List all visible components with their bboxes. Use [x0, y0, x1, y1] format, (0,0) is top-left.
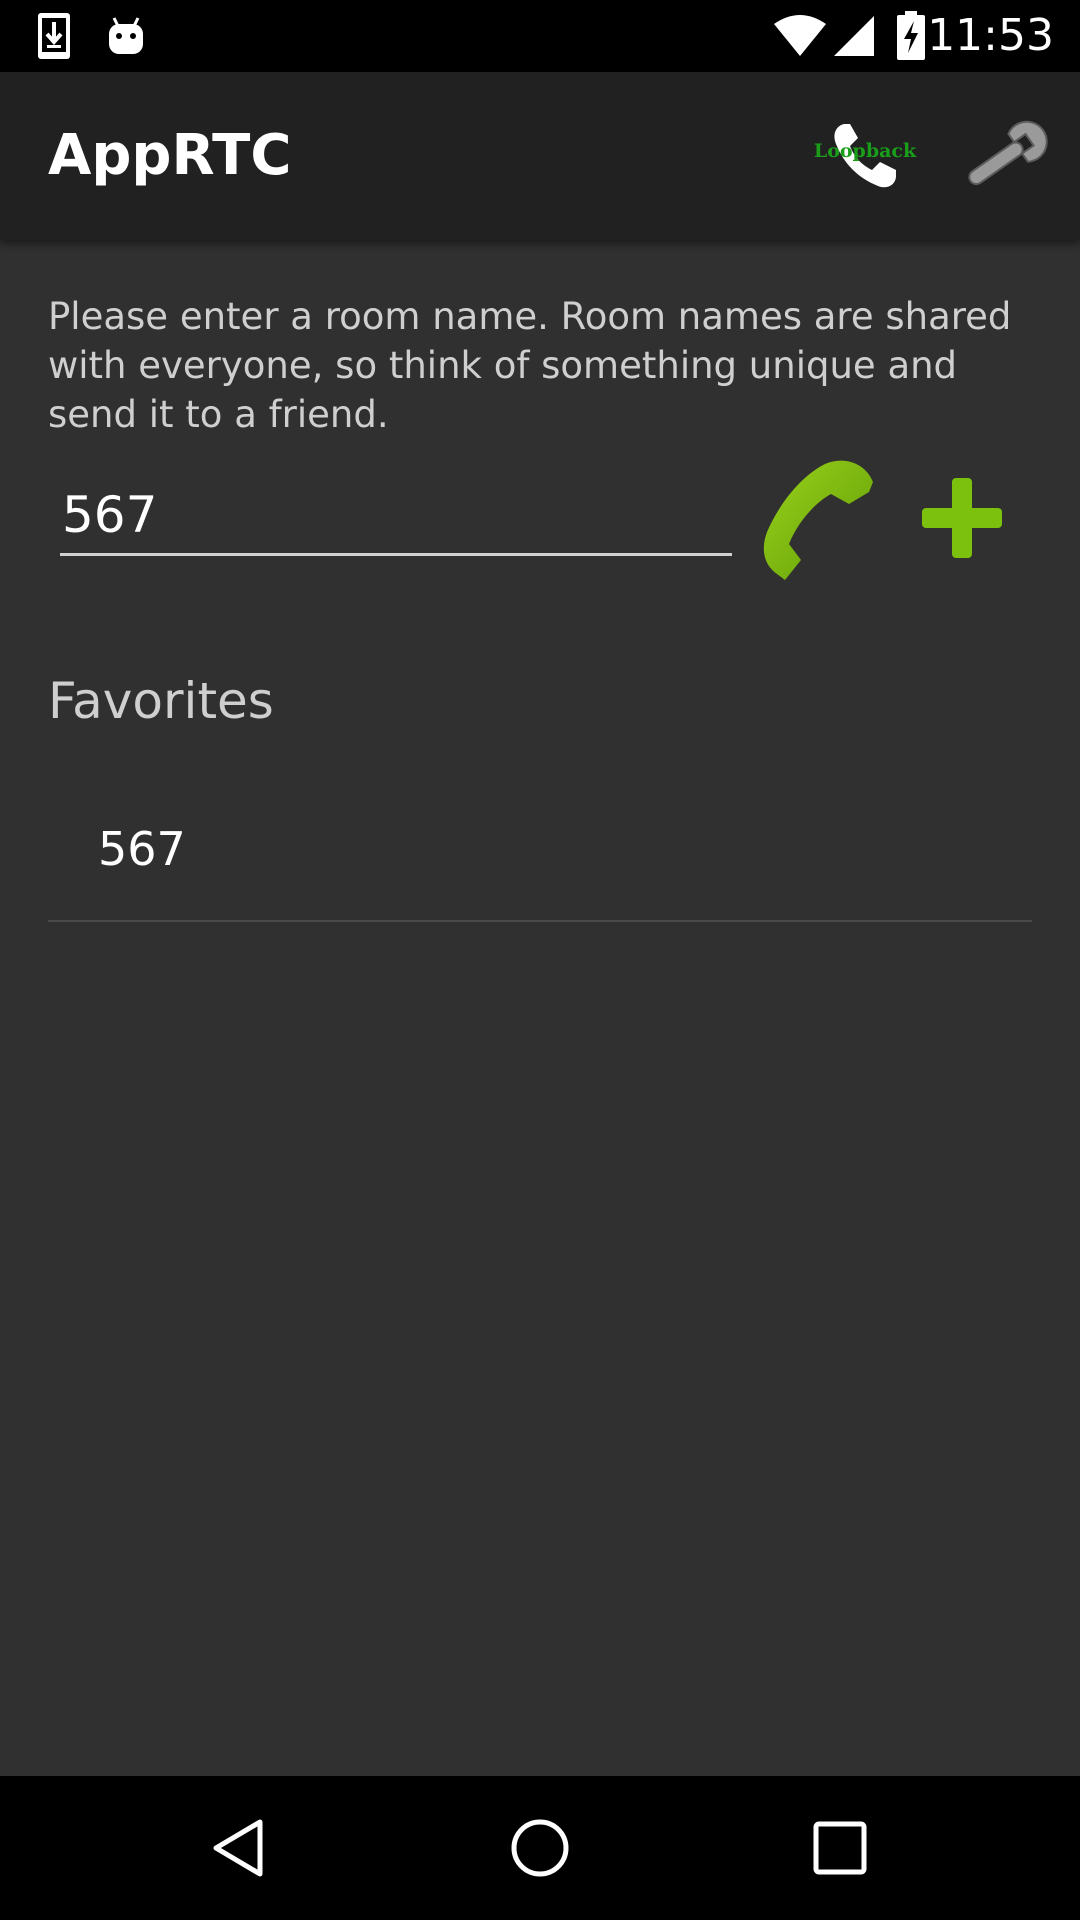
download-icon [34, 0, 74, 72]
app-title: AppRTC [48, 123, 292, 188]
loopback-label: Loopback [813, 140, 917, 162]
phone-call-icon [763, 460, 873, 580]
call-button[interactable] [755, 452, 885, 582]
wrench-icon [968, 120, 1048, 186]
recents-button[interactable] [790, 1798, 890, 1898]
status-clock: 11:53 [927, 10, 1054, 61]
favorite-room-label: 567 [98, 822, 186, 876]
room-name-input[interactable] [60, 476, 732, 556]
action-bar: AppRTC Loopback [0, 72, 1080, 240]
back-icon [213, 1819, 263, 1877]
loopback-button[interactable]: Loopback [800, 112, 930, 202]
favorites-header: Favorites [48, 672, 274, 730]
recents-icon [813, 1821, 867, 1875]
battery-charging-icon [896, 0, 926, 72]
status-bar: 11:53 [0, 0, 1080, 72]
signal-icon [832, 0, 876, 72]
instructions-text: Please enter a room name. Room names are… [48, 295, 1012, 436]
list-item[interactable]: 567 [48, 800, 1032, 922]
add-favorite-button[interactable] [912, 468, 1012, 568]
app-screen: 11:53 AppRTC Loopback Please enter a roo… [0, 0, 1080, 1920]
android-icon [106, 0, 146, 72]
favorites-list: 567 [48, 800, 1032, 922]
wifi-icon [772, 0, 828, 72]
home-icon [511, 1819, 569, 1877]
plus-icon [922, 478, 1002, 558]
back-button[interactable] [190, 1798, 290, 1898]
navigation-bar [0, 1776, 1080, 1920]
home-button[interactable] [490, 1798, 590, 1898]
settings-button[interactable] [955, 112, 1055, 202]
